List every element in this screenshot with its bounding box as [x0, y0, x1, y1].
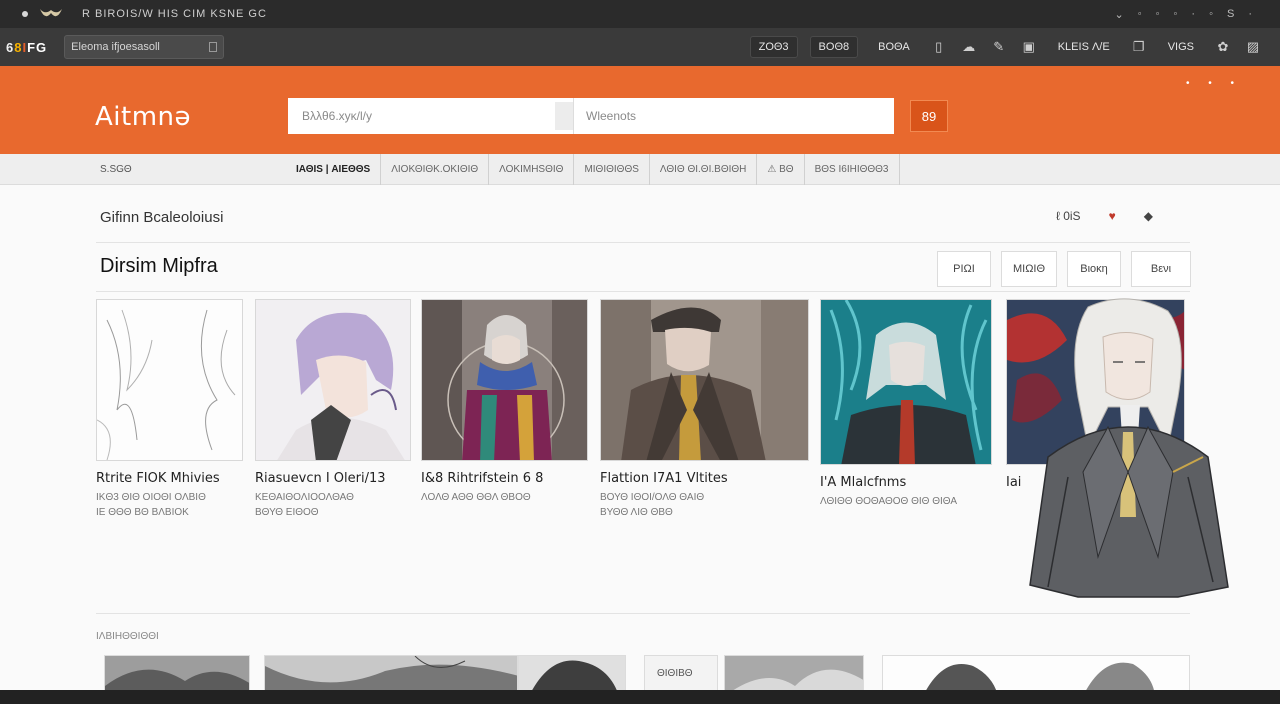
card-artwork[interactable] [255, 299, 411, 461]
address-text: Eleoma ifjoesasoll [71, 41, 160, 53]
address-bar-action-icon[interactable] [209, 42, 218, 52]
toolbar-item[interactable]: ΖΟΘ3 [749, 36, 798, 58]
card-meta: ΛΟΛΘ ΑΘΘ ΘΘΛ ΘΒΟΘ [421, 492, 531, 503]
nav-tab[interactable]: ΙΑΘΙS | ΑΙΕΘΘS [286, 154, 380, 185]
filter-button[interactable]: ΡΙΩΙ [937, 251, 991, 287]
window-control[interactable]: · [1248, 8, 1252, 20]
card-title[interactable]: Riasuevcn I Oleri/13 [255, 471, 411, 486]
divider [96, 242, 1190, 243]
window-controls: ⌄ ◦ ◦ ◦ · ◦ S · [1114, 8, 1280, 21]
related-thumbnail[interactable] [882, 655, 1190, 695]
filter-button[interactable]: Βιοκη [1067, 251, 1121, 287]
related-thumbnail[interactable] [104, 655, 250, 695]
nav-tab[interactable]: ΛΘΙΘ ΘΙ.ΘΙ.ΒΘΙΘΗ [648, 154, 756, 185]
image-icon[interactable]: ▨ [1244, 38, 1262, 56]
reader-icon[interactable]: ▣ [1020, 38, 1038, 56]
related-thumbnail[interactable]: ΘΙΘΙΒΘ [644, 655, 718, 695]
character-card[interactable]: Riasuevcn I Oleri/13 ΚΕΘΑΙΘΟΛΙΟΟΛΘΑΘ ΒΘΥ… [255, 299, 411, 520]
related-section-label: IΛΒΙΗΘΘΙΘΘΙ [96, 631, 159, 642]
related-thumbnails: ΘΙΘΙΒΘ [104, 655, 1194, 695]
divider [96, 613, 1190, 614]
window-control[interactable]: S [1227, 8, 1234, 20]
character-card[interactable]: I'A Mlalcfnms ΛΘΙΘΘ ΘΟΘΑΘΟΘ ΘΙΘ ΘΙΘΑ [820, 299, 992, 509]
nav-tab[interactable]: ΒΘS Ι6ΙΗΙΘΘΘ3 [803, 154, 900, 185]
character-card[interactable]: Rtrite FIOK Mhivies IKΘ3 ΘΙΘ ΟΙΟΘΙ ΟΛΒΙΘ… [96, 299, 243, 520]
card-artwork[interactable] [96, 299, 243, 461]
window-title: R BIROIS/W HIS CIM KSNE GC [82, 8, 267, 20]
main-content: Gifinn Bcaleoloiusi ℓ 0iS ♥ ◆ Dirsim Mip… [0, 185, 1280, 704]
character-card[interactable]: Flattion I7A1 Vltites ΒΟΥΘ ΙΘΟΙ/ΟΛΘ ΘΑΙΘ… [600, 299, 809, 520]
browser-logo-icon [40, 9, 62, 17]
window-control[interactable]: ◦ [1174, 8, 1178, 20]
search-bar: Bλλθ6.xyκ/l/y Wleenots [288, 98, 894, 134]
menu-icon[interactable]: ◆ [1144, 209, 1153, 223]
favorite-icon[interactable]: ♥ [1109, 209, 1116, 223]
filter-bar: ΡΙΩΙ ΜΙΩΙΘ Βιοκη Βενι [937, 251, 1191, 287]
header-menu-dots[interactable]: • • • [1186, 78, 1242, 89]
filter-button[interactable]: ΜΙΩΙΘ [1001, 251, 1057, 287]
settings-icon[interactable]: ✿ [1214, 38, 1232, 56]
nav-tab[interactable]: ΛΙΟΚΘΙΘΚ.ΟΚΙΘΙΘ [380, 154, 488, 185]
window-titlebar: R BIROIS/W HIS CIM KSNE GC ⌄ ◦ ◦ ◦ · ◦ S… [0, 0, 1280, 28]
divider [96, 291, 1190, 292]
nav-left-label: S.SGΘ [100, 163, 132, 175]
window-control[interactable]: ◦ [1156, 8, 1160, 20]
card-title[interactable]: Flattion I7A1 Vltites [600, 471, 809, 486]
window-control[interactable]: · [1191, 8, 1195, 20]
featured-character-illustration[interactable] [1028, 297, 1230, 599]
nav-tab[interactable]: ΛΟΚΙΜΗSΘΙΘ [488, 154, 573, 185]
toolbar-item[interactable]: ΒΟΘΑ [870, 37, 918, 57]
window-control[interactable]: ◦ [1138, 8, 1142, 20]
window-dot-icon [22, 11, 28, 17]
cloud-icon[interactable]: ☁ [960, 38, 978, 56]
toolbar-item[interactable]: KLEIS Λ/Ε [1050, 37, 1118, 57]
window-control[interactable]: ⌄ [1114, 8, 1123, 21]
related-thumbnail[interactable] [518, 655, 626, 695]
toolbar-item[interactable]: ΒΟΘ8 [809, 36, 859, 58]
card-title[interactable]: Rtrite FIOK Mhivies [96, 471, 243, 486]
filter-button[interactable]: Βενι [1131, 251, 1191, 287]
search-input[interactable]: Bλλθ6.xyκ/l/y [288, 98, 574, 134]
card-title[interactable]: I'A Mlalcfnms [820, 475, 992, 490]
site-title[interactable]: Aitmnə [95, 102, 191, 132]
card-artwork[interactable] [820, 299, 992, 465]
card-meta: ΛΘΙΘΘ ΘΟΘΑΘΟΘ ΘΙΘ ΘΙΘΑ [820, 496, 958, 507]
browser-toolbar: 68IFG Eleoma ifjoesasoll ΖΟΘ3 ΒΟΘ8 ΒΟΘΑ … [0, 28, 1280, 66]
page-title: Dirsim Mipfra [100, 255, 218, 277]
card-meta: ΚΕΘΑΙΘΟΛΙΟΟΛΘΑΘ ΒΘΥΘ ΕΙΘΟΘ [255, 492, 354, 518]
window-bottom-edge [0, 690, 1280, 704]
related-thumbnail[interactable] [724, 655, 864, 695]
section-actions: ℓ 0iS ♥ ◆ [1056, 209, 1153, 223]
search-button[interactable]: 89 [910, 100, 948, 132]
brand-logo[interactable]: 68IFG [6, 40, 46, 55]
site-header: Aitmnə Bλλθ6.xyκ/l/y Wleenots 89 • • • [0, 66, 1280, 154]
address-bar[interactable]: Eleoma ifjoesasoll [64, 35, 225, 59]
search-divider [555, 102, 573, 130]
card-artwork[interactable] [600, 299, 809, 461]
card-artwork[interactable] [421, 299, 588, 461]
search-category-input[interactable]: Wleenots [574, 98, 894, 134]
nav-tab[interactable]: ΜΙΘΙΘΙΘΘS [573, 154, 648, 185]
nav-tab[interactable]: ⚠ ΒΘ [756, 154, 803, 185]
card-meta: ΒΟΥΘ ΙΘΟΙ/ΟΛΘ ΘΑΙΘ ΒΥΘΘ ΛΙΘ ΘΒΘ [600, 492, 705, 518]
section-title: Gifinn Bcaleoloiusi [100, 209, 224, 226]
share-count[interactable]: ℓ 0iS [1056, 209, 1081, 223]
window-control[interactable]: ◦ [1209, 8, 1213, 20]
bookmark-icon[interactable]: ▯ [930, 38, 948, 56]
extension-icon[interactable]: ✎ [990, 38, 1008, 56]
related-thumbnail[interactable] [264, 655, 518, 695]
toolbar-item[interactable]: VIGS [1160, 37, 1202, 57]
card-meta: IKΘ3 ΘΙΘ ΟΙΟΘΙ ΟΛΒΙΘ IΕ ΘΘΘ ΒΘ ΒΛΒΙΟΚ [96, 492, 206, 518]
character-card[interactable]: I&8 Rihtrifstein 6 8 ΛΟΛΘ ΑΘΘ ΘΘΛ ΘΒΟΘ [421, 299, 588, 505]
category-nav: S.SGΘ ΙΑΘΙS | ΑΙΕΘΘS ΛΙΟΚΘΙΘΚ.ΟΚΙΘΙΘ ΛΟΚ… [0, 154, 1280, 185]
card-title[interactable]: I&8 Rihtrifstein 6 8 [421, 471, 588, 486]
copy-icon[interactable]: ❐ [1130, 38, 1148, 56]
